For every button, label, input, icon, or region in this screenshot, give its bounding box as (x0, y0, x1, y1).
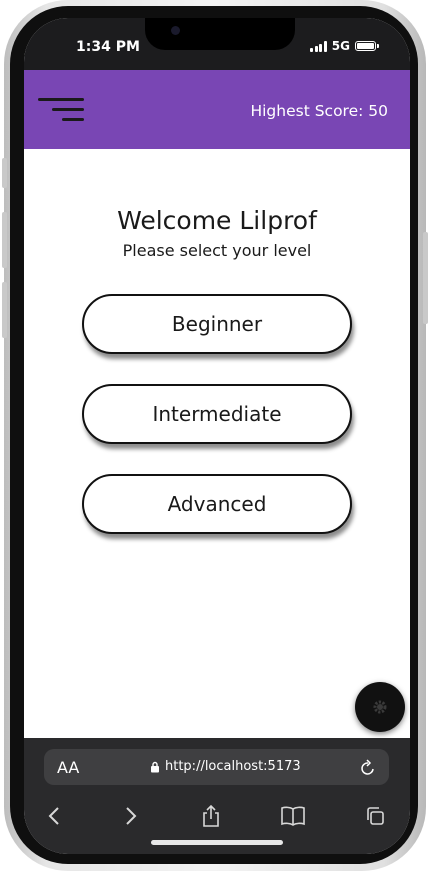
url-text: http://localhost:5173 (165, 759, 301, 774)
settings-gear-icon (373, 700, 387, 714)
lock-icon (151, 761, 159, 772)
highest-score: Highest Score: 50 (250, 102, 388, 120)
share-button[interactable] (196, 802, 226, 830)
volume-down-button (2, 282, 7, 338)
screen: 1:34 PM 5G Highest Score: 50 Welcome Lil… (24, 18, 410, 854)
bookmarks-button[interactable] (278, 802, 308, 830)
silent-switch (2, 158, 7, 188)
back-button[interactable] (39, 802, 69, 830)
tabs-icon (367, 807, 384, 825)
welcome-title: Welcome Lilprof (117, 206, 317, 235)
text-size-button[interactable]: AA (57, 758, 79, 777)
forward-icon (126, 807, 137, 825)
url-display[interactable]: http://localhost:5173 (150, 759, 301, 774)
signal-icon (310, 40, 327, 52)
browser-nav-row (24, 798, 410, 836)
floating-action-button[interactable] (355, 682, 405, 732)
battery-icon (355, 41, 379, 51)
beginner-level-button[interactable]: Beginner (82, 294, 352, 354)
volume-up-button (2, 212, 7, 268)
welcome-subtitle: Please select your level (122, 241, 312, 260)
bookmarks-icon (281, 806, 305, 826)
status-time: 1:34 PM (76, 39, 140, 55)
camera-icon (171, 26, 180, 35)
back-icon (48, 807, 59, 825)
network-type: 5G (331, 39, 350, 53)
advanced-level-button[interactable]: Advanced (82, 474, 352, 534)
main-content: Welcome Lilprof Please select your level… (24, 149, 410, 738)
power-button (423, 232, 428, 324)
app-header: Highest Score: 50 (24, 70, 410, 149)
hamburger-menu-icon[interactable] (38, 98, 84, 124)
notch (145, 18, 295, 50)
share-icon (203, 804, 219, 827)
forward-button[interactable] (116, 802, 146, 830)
tabs-button[interactable] (360, 802, 390, 830)
status-indicators: 5G (310, 39, 379, 53)
reload-icon[interactable] (359, 757, 377, 777)
address-bar[interactable]: AA http://localhost:5173 (44, 749, 389, 785)
intermediate-level-button[interactable]: Intermediate (82, 384, 352, 444)
browser-toolbar: AA http://localhost:5173 (24, 738, 410, 854)
home-indicator[interactable] (151, 840, 283, 845)
